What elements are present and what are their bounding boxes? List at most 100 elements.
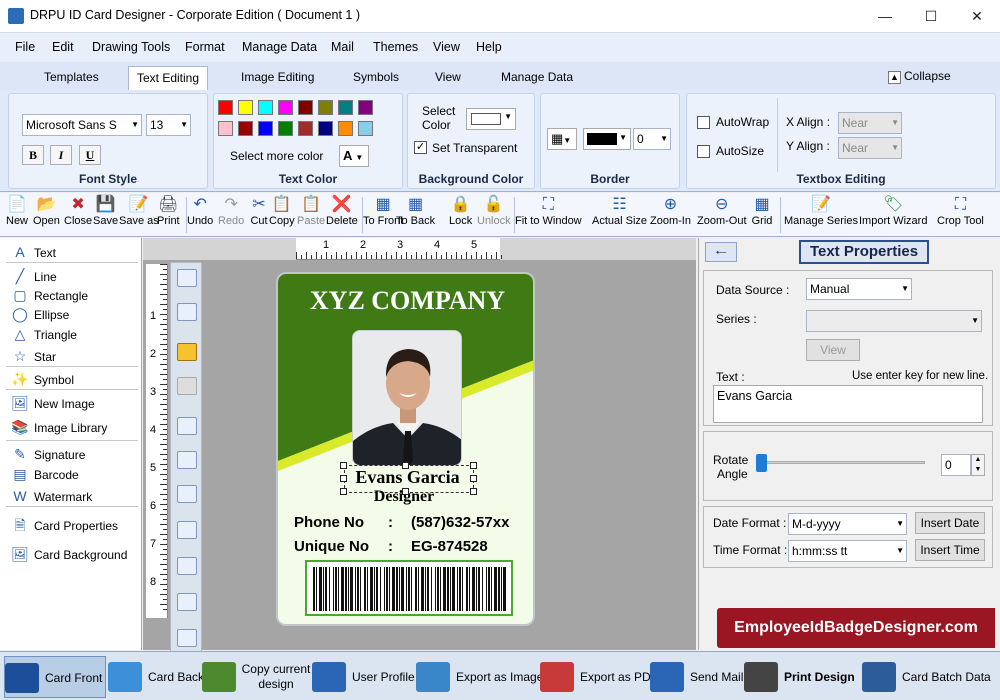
tool-triangle[interactable]: △ Triangle (10, 324, 77, 344)
color-swatch[interactable] (358, 121, 373, 136)
tool-ellipse[interactable]: ◯ Ellipse (10, 304, 69, 324)
selection-handle[interactable] (470, 462, 477, 469)
toolbar-zoom-out-button[interactable]: ⊖ Zoom-Out (697, 195, 747, 227)
tool-star[interactable]: ☆ Star (10, 346, 56, 366)
color-swatch[interactable] (218, 121, 233, 136)
underline-button[interactable]: U (79, 145, 101, 165)
toolbar-paste-button[interactable]: 📋 Paste (297, 195, 325, 227)
align-top-icon[interactable] (177, 521, 197, 539)
rotate-icon[interactable] (177, 269, 197, 287)
font-color-picker[interactable]: A ▼ (339, 145, 369, 167)
unlock-icon[interactable] (177, 377, 197, 395)
menu-edit[interactable]: Edit (52, 40, 74, 54)
autosize-checkbox[interactable] (697, 145, 710, 158)
rotate-slider-thumb[interactable] (756, 454, 767, 472)
phone-value[interactable]: (587)632-57xx (411, 514, 509, 531)
rotate-slider-track[interactable] (759, 461, 925, 464)
color-swatch[interactable] (338, 100, 353, 115)
tool-barcode[interactable]: ▤ Barcode (10, 464, 78, 484)
toolbar-save-button[interactable]: 💾 Save (93, 195, 118, 227)
tool-rectangle[interactable]: ▢ Rectangle (10, 285, 88, 305)
close-window-button[interactable]: ✕ (954, 0, 1000, 32)
toolbar-zoom-in-button[interactable]: ⊕ Zoom-In (650, 195, 691, 227)
color-swatch[interactable] (318, 100, 333, 115)
selection-handle[interactable] (470, 488, 477, 495)
bold-button[interactable]: B (22, 145, 44, 165)
back-arrow-icon[interactable]: 🠀 (705, 242, 737, 262)
bottom-print-design-button[interactable]: Print Design (744, 656, 860, 698)
set-transparent-checkbox[interactable]: ✓ (414, 141, 427, 154)
align-center-icon[interactable] (177, 451, 197, 469)
color-swatch[interactable] (258, 121, 273, 136)
menu-view[interactable]: View (433, 40, 460, 54)
date-format-select[interactable]: M-d-yyyy ▼ (788, 513, 907, 535)
toolbar-lock-button[interactable]: 🔒 Lock (449, 195, 472, 227)
id-card[interactable]: XYZ COMPANY Evans Garcia Designer Phone … (276, 272, 535, 626)
border-color-select[interactable]: ▼ (583, 128, 631, 150)
bottom-export-as-image-button[interactable]: Export as Image (416, 656, 543, 698)
autowrap-checkbox[interactable] (697, 116, 710, 129)
employee-photo[interactable] (352, 330, 462, 466)
toolbar-to-back-button[interactable]: ▦ To Back (396, 195, 435, 227)
align-bottom-icon[interactable] (177, 593, 197, 611)
data-source-select[interactable]: Manual ▼ (806, 278, 912, 300)
bottom-card-batch-data-button[interactable]: Card Batch Data (862, 656, 994, 698)
tab-manage-data[interactable]: Manage Data (493, 66, 581, 90)
align-middle-icon[interactable] (177, 557, 197, 575)
tab-templates[interactable]: Templates (36, 66, 107, 90)
color-swatch[interactable] (238, 121, 253, 136)
x-align-select[interactable]: Near ▼ (838, 112, 902, 134)
toolbar-copy-button[interactable]: 📋 Copy (269, 195, 295, 227)
toolbar-unlock-button[interactable]: 🔓 Unlock (477, 195, 511, 227)
select-more-color[interactable]: Select more color (230, 149, 323, 163)
toolbar-open-button[interactable]: 📂 Open (33, 195, 60, 227)
angle-spinner[interactable]: ▲ ▼ (971, 454, 985, 476)
color-swatch[interactable] (278, 100, 293, 115)
background-color-picker[interactable]: ▼ (466, 108, 516, 130)
maximize-button[interactable]: ☐ (908, 0, 954, 32)
tool-watermark[interactable]: W Watermark (10, 486, 92, 506)
collapse-button[interactable]: ▲ Collapse (888, 69, 951, 84)
tool-image-library[interactable]: 📚 Image Library (10, 417, 107, 437)
border-width-stepper[interactable]: 0 ▼ (633, 128, 671, 150)
font-family-select[interactable]: Microsoft Sans S ▼ (22, 114, 142, 136)
unique-value[interactable]: EG-874528 (411, 538, 488, 555)
bottom-card-front-button[interactable]: Card Front (4, 656, 106, 698)
menu-drawing-tools[interactable]: Drawing Tools (92, 40, 170, 54)
menu-mail[interactable]: Mail (331, 40, 354, 54)
menu-format[interactable]: Format (185, 40, 225, 54)
color-swatch[interactable] (218, 100, 233, 115)
tab-view[interactable]: View (427, 66, 469, 90)
menu-themes[interactable]: Themes (373, 40, 418, 54)
tool-symbol[interactable]: ✨ Symbol (10, 369, 74, 389)
toolbar-crop-tool-button[interactable]: ⛶ Crop Tool (937, 195, 984, 227)
bottom-copy-current-design-button[interactable]: Copy current design (202, 656, 310, 698)
rotate-angle-input[interactable]: 0 (941, 454, 971, 476)
selection-handle[interactable] (340, 462, 347, 469)
bottom-card-back-button[interactable]: Card Back (108, 656, 204, 698)
align-right-icon[interactable] (177, 485, 197, 503)
tab-image-editing[interactable]: Image Editing (233, 66, 322, 90)
tab-symbols[interactable]: Symbols (345, 66, 407, 90)
toolbar-undo-button[interactable]: ↶ Undo (187, 195, 213, 227)
toolbar-grid-button[interactable]: ▦ Grid (751, 195, 773, 227)
border-style-select[interactable]: ▦▼ (547, 128, 577, 150)
insert-time-button[interactable]: Insert Time (915, 539, 985, 561)
tool-card-background[interactable]: 🖼 Card Background (10, 544, 127, 564)
color-swatch[interactable] (298, 121, 313, 136)
tool-new-image[interactable]: 🖼 New Image (10, 393, 95, 413)
tool-text[interactable]: A Text (10, 242, 56, 262)
toolbar-delete-button[interactable]: ❌ Delete (326, 195, 358, 227)
fit-icon[interactable] (177, 629, 197, 647)
menu-file[interactable]: File (15, 40, 35, 54)
time-format-select[interactable]: h:mm:ss tt ▼ (788, 540, 907, 562)
toolbar-fit-to-window-button[interactable]: ⛶ Fit to Window (515, 195, 582, 227)
color-swatch[interactable] (278, 121, 293, 136)
toolbar-close-button[interactable]: ✖ Close (64, 195, 92, 227)
color-swatch[interactable] (318, 121, 333, 136)
bottom-export-as-pdf-button[interactable]: Export as PDF (540, 656, 658, 698)
tab-text-editing[interactable]: Text Editing (128, 66, 209, 90)
tool-signature[interactable]: ✎ Signature (10, 444, 85, 464)
font-size-select[interactable]: 13 ▼ (146, 114, 191, 136)
toolbar-manage-series-button[interactable]: 📝 Manage Series (784, 195, 858, 227)
